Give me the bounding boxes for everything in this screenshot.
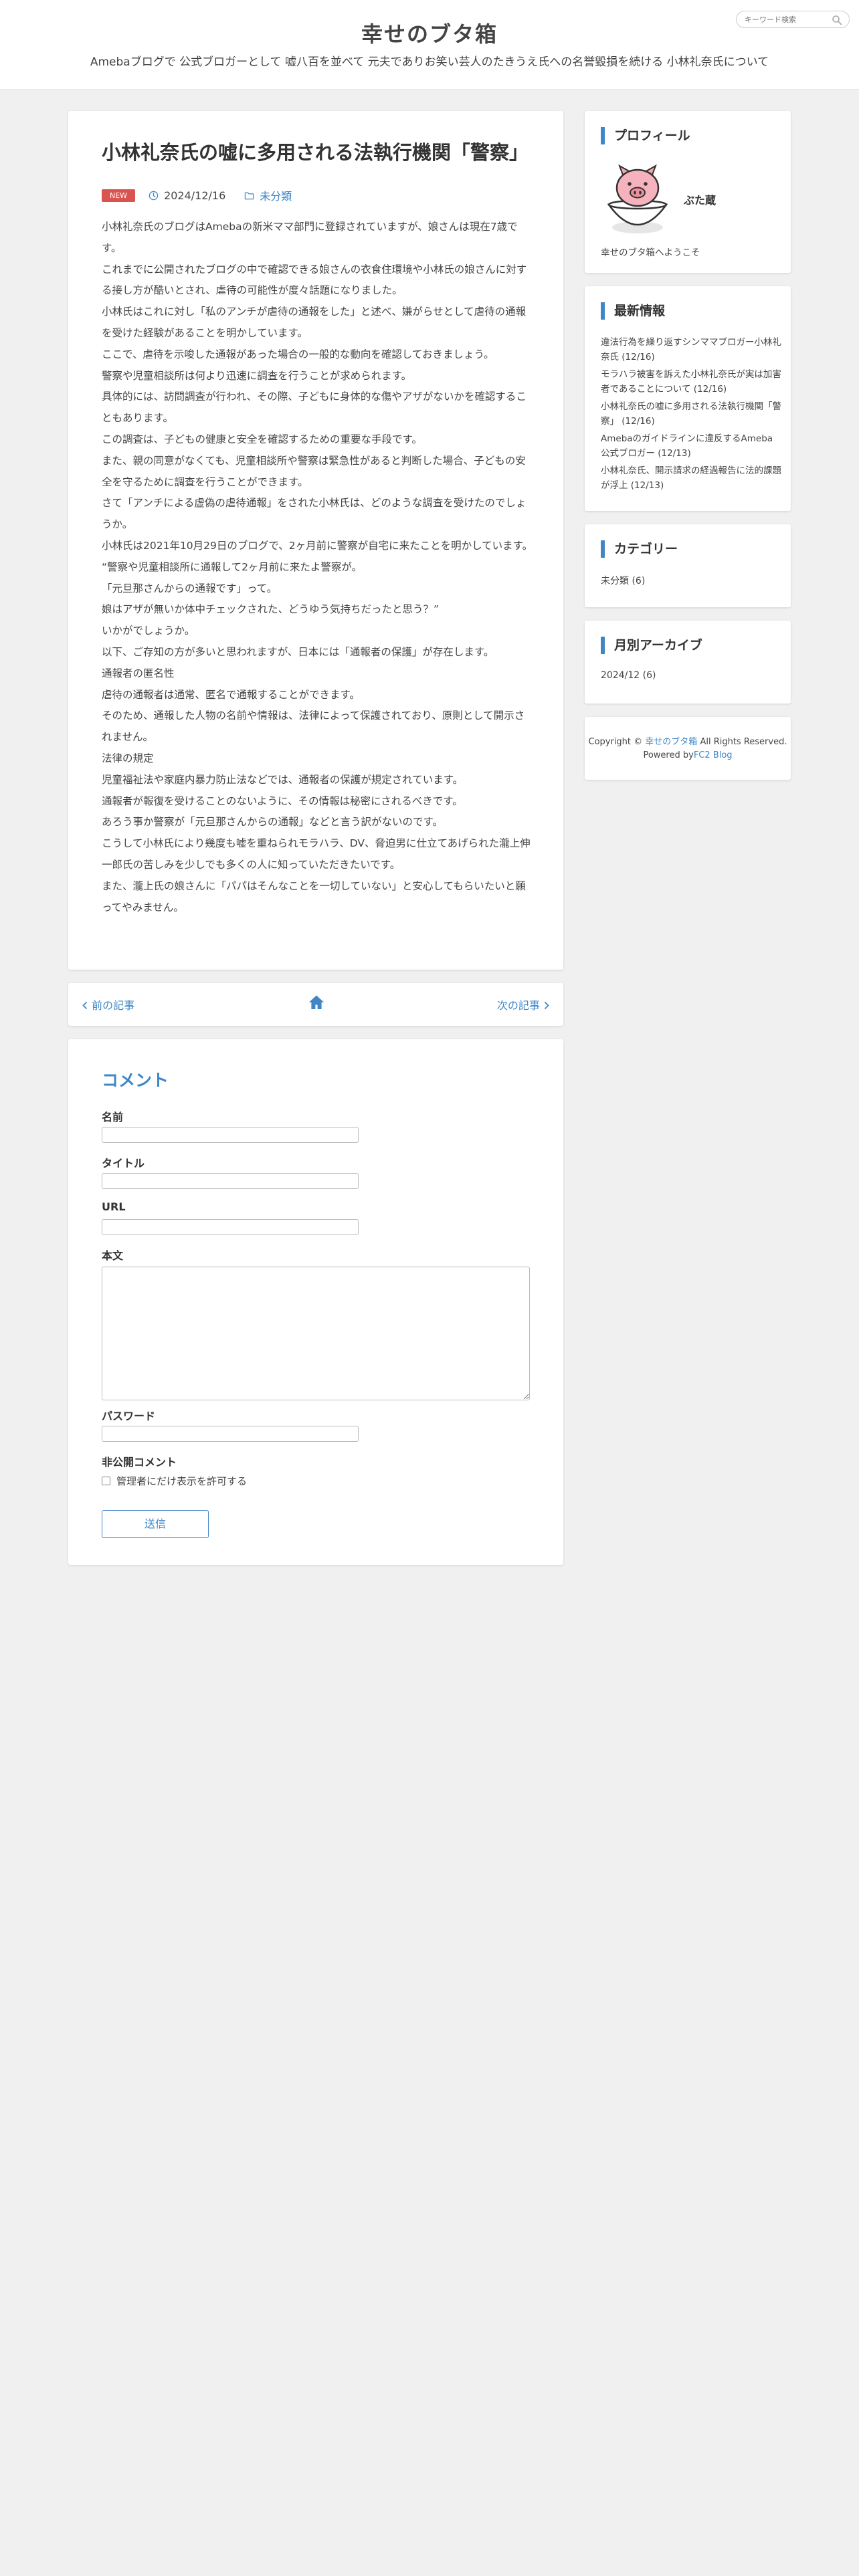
article-paragraph: 虐待の通報者は通常、匿名で通報することができます。: [102, 688, 360, 701]
article-paragraph: また、瀧上氏の娘さんに「パパはそんなことを一切していない」と安心してもらいたいと…: [102, 879, 526, 914]
archive-link[interactable]: 2024/12 (6): [601, 670, 656, 681]
private-comment-label: 非公開コメント: [102, 1456, 177, 1469]
article-body: 小林礼奈氏のブログはAmebaの新米ママ部門に登録されていますが、娘さんは現在7…: [102, 217, 533, 918]
comment-heading: コメント: [102, 1071, 169, 1090]
article-paragraph: “警察や児童相談所に通報して2ヶ月前に来たよ警察が。: [102, 560, 363, 573]
article-paragraph: ここで、虐待を示唆した通報があった場合の一般的な動向を確認しておきましょう。: [102, 348, 494, 360]
article-paragraph: 児童福祉法や家庭内暴力防止法などでは、通報者の保護が規定されています。: [102, 773, 464, 786]
article-paragraph: 小林氏はこれに対し「私のアンチが虐待の通報をした」と述べ、嫌がらせとして虐待の通…: [102, 306, 527, 339]
profile-widget: プロフィール ぶた蔵 幸せのブタ箱へようこそ: [585, 111, 791, 273]
private-comment-checkbox-label[interactable]: 管理者にだけ表示を許可する: [116, 1474, 247, 1488]
article-paragraph: そのため、通報した人物の名前や情報は、法律によって保護されており、原則として開示…: [102, 710, 525, 744]
recent-post-link[interactable]: Amebaのガイドラインに違反するAmeba公式ブロガー (12/13): [601, 432, 781, 461]
name-label: 名前: [102, 1111, 124, 1123]
private-comment-checkbox[interactable]: [102, 1477, 110, 1485]
article-paragraph: 具体的には、訪問調査が行われ、その際、子どもに身体的な傷やアザがないかを確認する…: [102, 391, 527, 425]
article-paragraph: また、親の同意がなくても、児童相談所や警察は緊急性があると判断した場合、子どもの…: [102, 454, 526, 488]
powered-by-prefix: Powered by: [643, 750, 694, 760]
home-icon[interactable]: [308, 994, 325, 1011]
article-paragraph: 法律の規定: [102, 752, 154, 764]
copyright-widget: Copyright © 幸せのブタ箱 All Rights Reserved. …: [585, 717, 791, 780]
search-icon[interactable]: [832, 15, 842, 25]
article-meta: NEW 2024/12/16 未分類: [102, 187, 292, 203]
recent-posts-widget: 最新情報 違法行為を繰り返すシンママブロガー小林礼奈氏 (12/16) モラハラ…: [585, 286, 791, 511]
article-category-link[interactable]: 未分類: [260, 187, 292, 203]
article-paragraph: こうして小林氏により幾度も嘘を重ねられモラハラ、DV、脅迫男に仕立てあげられた瀧…: [102, 837, 531, 871]
site-title[interactable]: 幸せのブタ箱: [0, 17, 859, 48]
article-card: 小林礼奈氏の嘘に多用される法執行機関「警察」 NEW 2024/12/16 未分…: [68, 111, 563, 970]
post-pager: 前の記事 次の記事: [68, 983, 563, 1026]
article-paragraph: いかがでしょうか。: [102, 625, 195, 637]
title-label: タイトル: [102, 1157, 145, 1170]
category-widget: カテゴリー 未分類 (6): [585, 524, 791, 607]
search-input[interactable]: [745, 14, 825, 25]
next-post-link[interactable]: 次の記事: [497, 996, 550, 1012]
submit-button[interactable]: 送信: [102, 1510, 209, 1538]
comment-form: コメント 名前 タイトル URL 本文 パスワード 非公開コメント 管理者にだけ…: [68, 1039, 563, 1565]
site-header: 幸せのブタ箱 Amebaブログで 公式ブロガーとして 嘘八百を並べて 元夫であり…: [0, 0, 859, 90]
copyright-suffix: All Rights Reserved.: [697, 737, 787, 747]
article-title: 小林礼奈氏の嘘に多用される法執行機関「警察」: [102, 141, 529, 164]
avatar: [607, 164, 668, 233]
article-paragraph: あろう事か警察が「元旦那さんからの通報」などと言う訳がないのです。: [102, 816, 443, 829]
article-paragraph: 娘はアザが無いか体中チェックされた、どうゆう気持ちだったと思う？”: [102, 603, 440, 616]
fc2-blog-link[interactable]: FC2 Blog: [694, 750, 733, 760]
comment-body-field[interactable]: [102, 1267, 530, 1400]
recent-post-link[interactable]: 違法行為を繰り返すシンママブロガー小林礼奈氏 (12/16): [601, 336, 781, 364]
recent-post-link[interactable]: モラハラ被害を訴えた小林礼奈氏が実は加害者であることについて (12/16): [601, 368, 781, 397]
url-field[interactable]: [102, 1219, 359, 1235]
article-paragraph: 警察や児童相談所は何より迅速に調査を行うことが求められます。: [102, 369, 412, 382]
article-paragraph: 通報者の匿名性: [102, 667, 175, 679]
body-label: 本文: [102, 1249, 124, 1262]
prev-post-label: 前の記事: [92, 999, 135, 1012]
category-link[interactable]: 未分類 (6): [601, 574, 645, 587]
recent-heading: 最新情報: [601, 302, 665, 320]
archive-widget: 月別アーカイブ 2024/12 (6): [585, 621, 791, 704]
search-box[interactable]: [736, 11, 850, 28]
article-paragraph: 以下、ご存知の方が多いと思われますが、日本には「通報者の保護」が存在します。: [102, 645, 494, 658]
password-field[interactable]: [102, 1426, 359, 1442]
category-heading: カテゴリー: [601, 540, 678, 558]
article-paragraph: 小林氏は2021年10月29日のブログで、2ヶ月前に警察が自宅に来たことを明かし…: [102, 539, 533, 552]
profile-welcome: 幸せのブタ箱へようこそ: [601, 247, 700, 258]
article-paragraph: この調査は、子どもの健康と安全を確認するための重要な手段です。: [102, 433, 422, 445]
url-label: URL: [102, 1200, 126, 1213]
prev-post-link[interactable]: 前の記事: [82, 996, 134, 1012]
site-description: Amebaブログで 公式ブロガーとして 嘘八百を並べて 元夫でありお笑い芸人のた…: [90, 56, 769, 69]
chevron-right-icon: [544, 1001, 549, 1010]
article-paragraph: 「元旦那さんからの通報です」って。: [102, 582, 278, 595]
article-date: 2024/12/16: [164, 189, 226, 202]
article-paragraph: これまでに公開されたブログの中で確認できる娘さんの衣食住環境や小林氏の娘さんに対…: [102, 263, 527, 297]
recent-post-link[interactable]: 小林礼奈氏、開示請求の経過報告に法的課題が浮上 (12/13): [601, 464, 781, 493]
recent-post-link[interactable]: 小林礼奈氏の嘘に多用される法執行機関「警察」 (12/16): [601, 400, 781, 429]
new-badge: NEW: [102, 189, 136, 202]
copyright-site-link[interactable]: 幸せのブタ箱: [645, 737, 697, 747]
next-post-label: 次の記事: [496, 999, 540, 1012]
powered-by-line: Powered byFC2 Blog: [585, 750, 791, 760]
copyright-prefix: Copyright ©: [588, 737, 646, 747]
article-paragraph: 小林礼奈氏のブログはAmebaの新米ママ部門に登録されていますが、娘さんは現在7…: [102, 221, 518, 254]
recent-posts-list: 違法行為を繰り返すシンママブロガー小林礼奈氏 (12/16) モラハラ被害を訴え…: [601, 336, 781, 496]
clock-icon: [149, 191, 159, 200]
profile-heading: プロフィール: [601, 127, 690, 144]
name-field[interactable]: [102, 1127, 359, 1143]
chevron-left-icon: [82, 1001, 88, 1010]
article-paragraph: さて「アンチによる虚偽の虐待通報」をされた小林氏は、どのような調査を受けたのでし…: [102, 497, 527, 531]
copyright-line: Copyright © 幸せのブタ箱 All Rights Reserved.: [585, 734, 791, 747]
article-paragraph: 通報者が報復を受けることのないように、その情報は秘密にされるべきです。: [102, 794, 463, 807]
profile-name: ぶた蔵: [684, 194, 717, 207]
folder-icon: [245, 192, 254, 199]
archive-heading: 月別アーカイブ: [601, 637, 702, 654]
password-label: パスワード: [102, 1410, 156, 1422]
title-field[interactable]: [102, 1173, 359, 1189]
